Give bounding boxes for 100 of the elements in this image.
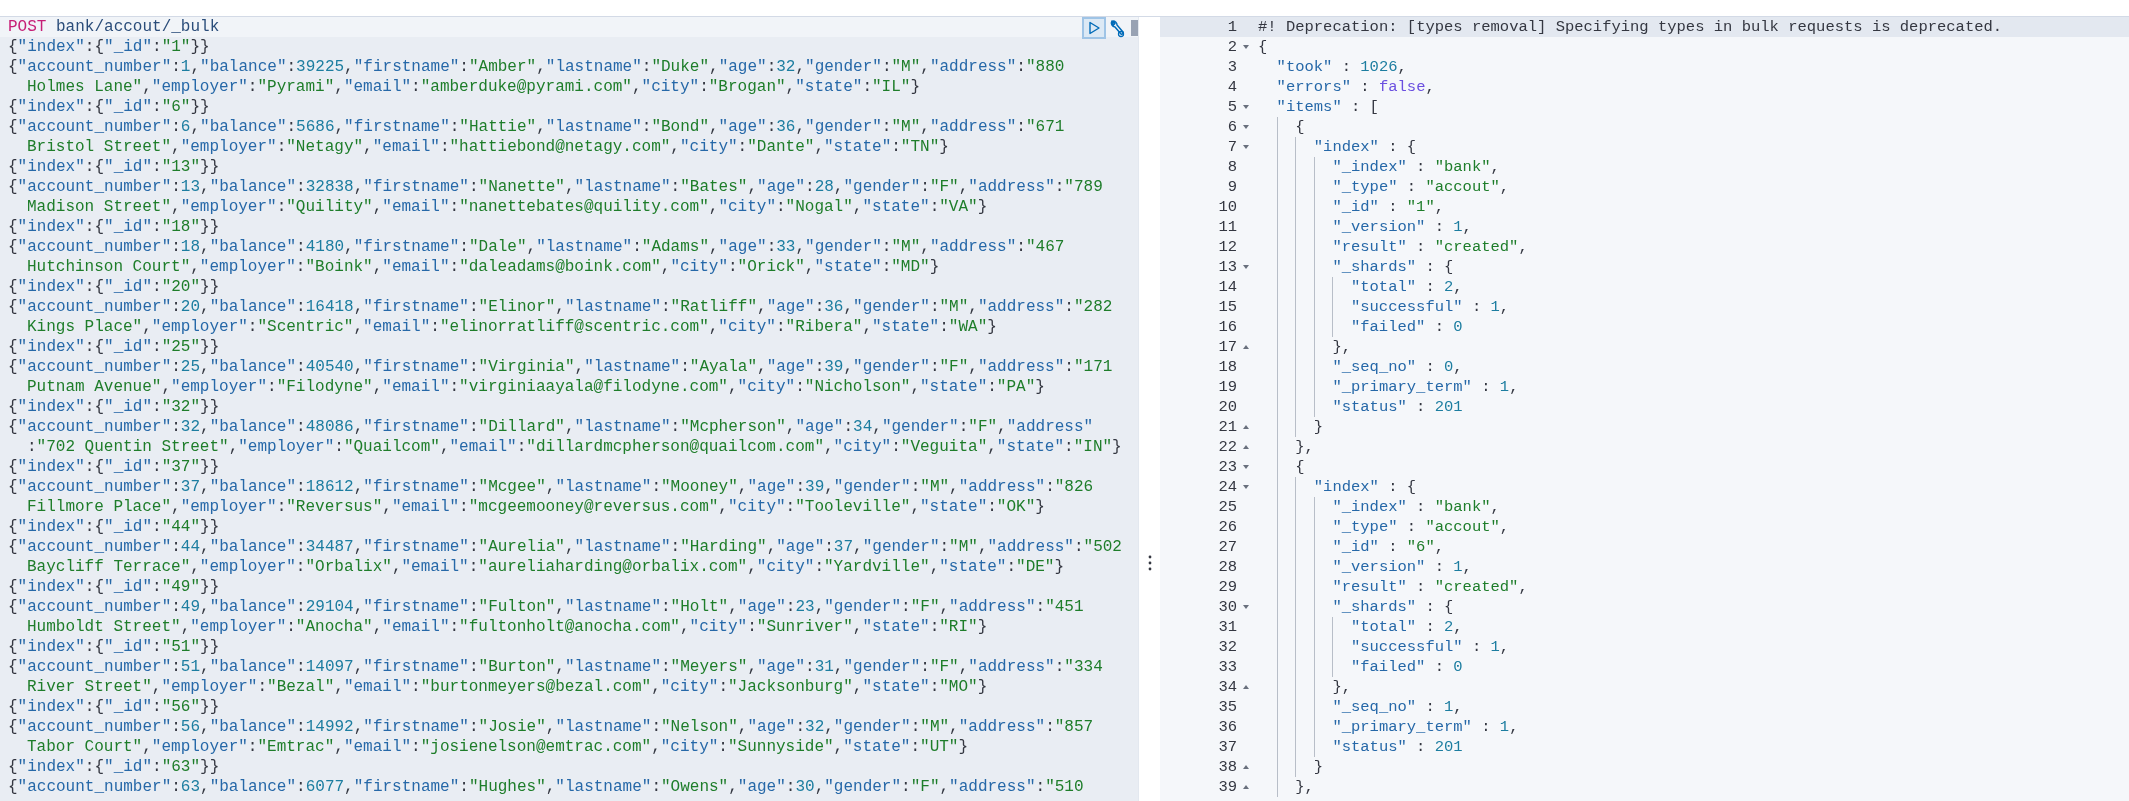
line-number: 12 xyxy=(1217,237,1237,257)
caret-down-icon[interactable] xyxy=(1242,104,1250,110)
wrench-icon[interactable] xyxy=(1108,19,1126,39)
code-line: Bristol Street","employer":"Netagy","email":"hattiebond@netagy.com","city":"Dante","state":"TN"} xyxy=(26,137,949,157)
code-line: }, xyxy=(1255,777,1314,797)
line-number: 22 xyxy=(1217,437,1237,457)
code-line: {"index":{"_id":"51"}} xyxy=(7,637,220,657)
code-line: "_seq_no" : 0, xyxy=(1255,357,1463,377)
line-number: 5 xyxy=(1226,97,1237,117)
line-number: 14 xyxy=(1217,277,1237,297)
code-line: {"index":{"_id":"25"}} xyxy=(7,337,220,357)
code-line: { xyxy=(1255,117,1305,137)
code-line: "_index" : "bank", xyxy=(1255,157,1500,177)
caret-down-icon[interactable] xyxy=(1242,464,1250,470)
line-number: 37 xyxy=(1217,737,1237,757)
caret-down-icon[interactable] xyxy=(1242,44,1250,50)
code-line: "_shards" : { xyxy=(1255,597,1454,617)
line-number: 8 xyxy=(1226,157,1237,177)
caret-down-icon[interactable] xyxy=(1242,144,1250,150)
run-button[interactable] xyxy=(1082,17,1106,39)
line-number: 33 xyxy=(1217,657,1237,677)
code-line: {"index":{"_id":"18"}} xyxy=(7,217,220,237)
code-line: }, xyxy=(1255,437,1314,457)
scrollbar-thumb[interactable] xyxy=(1131,20,1138,36)
code-line: Holmes Lane","employer":"Pyrami","email":"amberduke@pyrami.com","city":"Brogan","state":"IL"} xyxy=(26,77,921,97)
code-line: Tabor Court","employer":"Emtrac","email":"josienelson@emtrac.com","city":"Sunnyside","state":"UT"} xyxy=(26,737,969,757)
code-line: "_index" : "bank", xyxy=(1255,497,1500,517)
line-number: 2 xyxy=(1226,37,1237,57)
code-line: "_version" : 1, xyxy=(1255,217,1472,237)
line-number: 4 xyxy=(1226,77,1237,97)
code-line: {"account_number":13,"balance":32838,"firstname":"Nanette","lastname":"Bates","age":28,"gender":"F","address":"789 xyxy=(7,177,1103,197)
line-number: 34 xyxy=(1217,677,1237,697)
line-number: 36 xyxy=(1217,717,1237,737)
code-line: "status" : 201 xyxy=(1255,737,1463,757)
code-line: "index" : { xyxy=(1255,137,1417,157)
code-line: "total" : 2, xyxy=(1255,277,1463,297)
line-number: 21 xyxy=(1217,417,1237,437)
code-line: {"index":{"_id":"13"}} xyxy=(7,157,220,177)
line-number: 17 xyxy=(1217,337,1237,357)
caret-down-icon[interactable] xyxy=(1242,484,1250,490)
line-number: 38 xyxy=(1217,757,1237,777)
caret-up-icon[interactable] xyxy=(1242,444,1250,450)
code-line: } xyxy=(1255,417,1324,437)
code-line: {"index":{"_id":"56"}} xyxy=(7,697,220,717)
line-number: 6 xyxy=(1226,117,1237,137)
line-number: 39 xyxy=(1217,777,1237,797)
drag-handle-icon[interactable] xyxy=(1147,555,1152,571)
line-number: 16 xyxy=(1217,317,1237,337)
line-number: 18 xyxy=(1217,357,1237,377)
line-number: 27 xyxy=(1217,537,1237,557)
caret-down-icon[interactable] xyxy=(1242,604,1250,610)
code-line: Kings Place","employer":"Scentric","email":"elinorratliff@scentric.com","city":"Ribera","state":"WA"} xyxy=(26,317,997,337)
code-line: "_version" : 1, xyxy=(1255,557,1472,577)
code-line: {"index":{"_id":"37"}} xyxy=(7,457,220,477)
code-line: {"account_number":32,"balance":48086,"firstname":"Dillard","lastname":"Mcpherson","age":34,"gender":"F","address" xyxy=(7,417,1094,437)
code-line: {"account_number":63,"balance":6077,"firstname":"Hughes","lastname":"Owens","age":30,"gender":"F","address":"510 xyxy=(7,777,1084,797)
code-line: {"index":{"_id":"20"}} xyxy=(7,277,220,297)
line-number: 15 xyxy=(1217,297,1237,317)
code-line: {"account_number":25,"balance":40540,"firstname":"Virginia","lastname":"Ayala","age":39,"gender":"F","address":"171 xyxy=(7,357,1113,377)
code-line: Madison Street","employer":"Quility","email":"nanettebates@quility.com","city":"Nogal","state":"VA"} xyxy=(26,197,988,217)
line-number: 13 xyxy=(1217,257,1237,277)
code-line: "status" : 201 xyxy=(1255,397,1463,417)
caret-down-icon[interactable] xyxy=(1242,124,1250,130)
code-line: } xyxy=(1255,757,1324,777)
code-line: "_primary_term" : 1, xyxy=(1255,377,1519,397)
code-line: {"account_number":56,"balance":14992,"firstname":"Josie","lastname":"Nelson","age":32,"gender":"M","address":"857 xyxy=(7,717,1094,737)
code-line: {"account_number":44,"balance":34487,"firstname":"Aurelia","lastname":"Harding","age":37,"gender":"M","address":"502 xyxy=(7,537,1122,557)
line-number: 32 xyxy=(1217,637,1237,657)
line-number: 28 xyxy=(1217,557,1237,577)
caret-up-icon[interactable] xyxy=(1242,684,1250,690)
caret-up-icon[interactable] xyxy=(1242,344,1250,350)
code-line: {"index":{"_id":"6"}} xyxy=(7,97,210,117)
line-number: 20 xyxy=(1217,397,1237,417)
caret-down-icon[interactable] xyxy=(1242,264,1250,270)
code-line: Hutchinson Court","employer":"Boink","email":"daleadams@boink.com","city":"Orick","state":"MD"} xyxy=(26,257,940,277)
code-line: { xyxy=(1255,457,1305,477)
code-line: {"account_number":49,"balance":29104,"firstname":"Fulton","lastname":"Holt","age":23,"gender":"F","address":"451 xyxy=(7,597,1084,617)
code-line: {"index":{"_id":"32"}} xyxy=(7,397,220,417)
code-line: "index" : { xyxy=(1255,477,1417,497)
code-line: {"account_number":1,"balance":39225,"firstname":"Amber","lastname":"Duke","age":32,"gender":"M","address":"880 xyxy=(7,57,1065,77)
line-number: 23 xyxy=(1217,457,1237,477)
line-number: 35 xyxy=(1217,697,1237,717)
line-number: 7 xyxy=(1226,137,1237,157)
caret-up-icon[interactable] xyxy=(1242,764,1250,770)
code-line: "_id" : "1", xyxy=(1255,197,1444,217)
code-line: "_id" : "6", xyxy=(1255,537,1444,557)
code-line: {"index":{"_id":"63"}} xyxy=(7,757,220,777)
play-icon xyxy=(1087,21,1101,35)
code-line: {"account_number":20,"balance":16418,"firstname":"Elinor","lastname":"Ratliff","age":36,"gender":"M","address":"282 xyxy=(7,297,1113,317)
deprecation-warning: #! Deprecation: [types removal] Specifying types in bulk requests is deprecated. xyxy=(1257,17,2003,37)
line-number: 30 xyxy=(1217,597,1237,617)
caret-up-icon[interactable] xyxy=(1242,784,1250,790)
code-line: {"account_number":51,"balance":14097,"firstname":"Burton","lastname":"Meyers","age":31,"gender":"F","address":"334 xyxy=(7,657,1103,677)
code-line: { xyxy=(1257,37,1268,57)
code-line: "total" : 2, xyxy=(1255,617,1463,637)
code-line: Humboldt Street","employer":"Anocha","email":"fultonholt@anocha.com","city":"Sunriver","state":"RI"} xyxy=(26,617,988,637)
code-line: {"index":{"_id":"1"}} xyxy=(7,37,210,57)
code-line: "_shards" : { xyxy=(1255,257,1454,277)
caret-up-icon[interactable] xyxy=(1242,424,1250,430)
line-number: 24 xyxy=(1217,477,1237,497)
